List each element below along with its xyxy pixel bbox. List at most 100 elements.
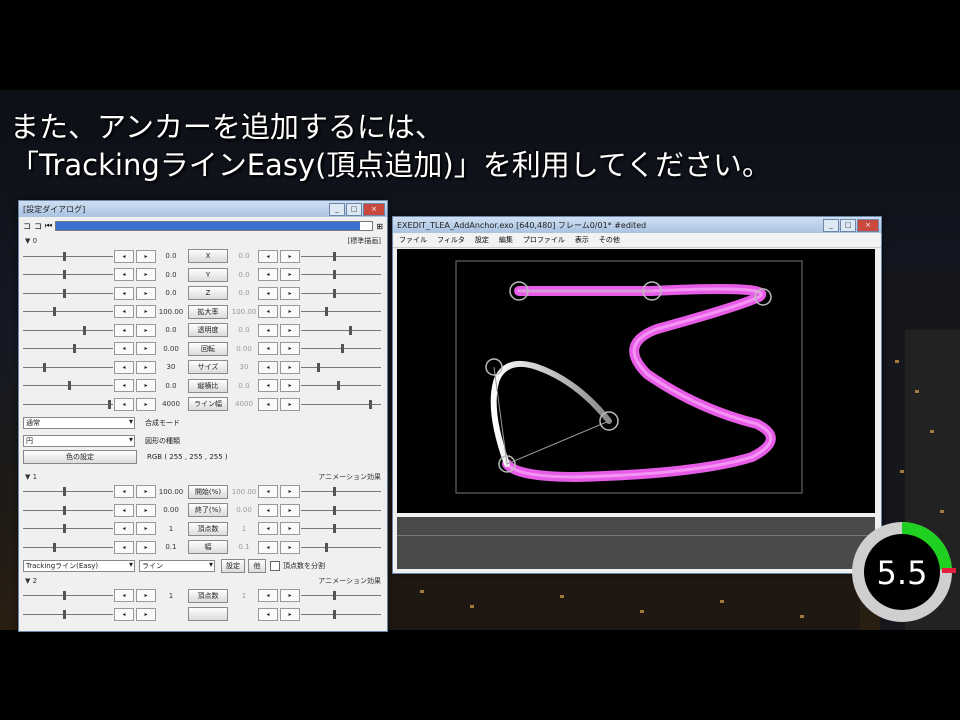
slider-thumb[interactable] xyxy=(108,399,111,409)
spin-down-button[interactable]: ◂ xyxy=(114,503,134,517)
param-button[interactable] xyxy=(188,607,228,622)
spin-up-button[interactable]: ▸ xyxy=(136,360,156,374)
param-value-end[interactable]: 0.1 xyxy=(231,543,257,551)
slider-thumb[interactable] xyxy=(317,362,320,372)
param-button[interactable]: 回転 xyxy=(188,341,228,356)
spin-down-button[interactable]: ◂ xyxy=(258,503,278,517)
spin-down-button[interactable]: ◂ xyxy=(114,360,134,374)
param-slider-right[interactable] xyxy=(301,399,381,409)
blend-mode-select[interactable]: 通常 xyxy=(23,417,135,429)
slider-thumb[interactable] xyxy=(341,344,344,354)
maximize-button[interactable]: □ xyxy=(346,202,362,216)
minimize-button[interactable]: _ xyxy=(329,202,345,216)
param-value[interactable]: 1 xyxy=(157,592,185,600)
spin-up-button[interactable]: ▸ xyxy=(280,323,300,337)
param-slider-left[interactable] xyxy=(23,542,113,552)
param-button[interactable]: 頂点数 xyxy=(188,588,228,603)
param-slider-left[interactable] xyxy=(23,399,113,409)
spin-down-button[interactable]: ◂ xyxy=(258,485,278,499)
spin-down-button[interactable]: ◂ xyxy=(114,397,134,411)
param-button[interactable]: 縦横比 xyxy=(188,378,228,393)
param-slider-left[interactable] xyxy=(23,362,113,372)
menu-item[interactable]: 設定 xyxy=(475,235,489,245)
close-button[interactable]: × xyxy=(363,202,385,216)
slider-thumb[interactable] xyxy=(63,505,66,515)
slider-thumb[interactable] xyxy=(325,542,328,552)
spin-up-button[interactable]: ▸ xyxy=(136,305,156,319)
spin-down-button[interactable]: ◂ xyxy=(258,540,278,554)
param-value[interactable]: 0.0 xyxy=(157,252,185,260)
menu-item[interactable]: 編集 xyxy=(499,235,513,245)
param-value-end[interactable]: 0.0 xyxy=(231,382,257,390)
pin-icon[interactable]: ⊞ xyxy=(376,222,383,231)
param-button[interactable]: 頂点数 xyxy=(188,521,228,536)
spin-down-button[interactable]: ◂ xyxy=(258,589,278,603)
param-value[interactable]: 1 xyxy=(157,525,185,533)
slider-thumb[interactable] xyxy=(333,270,336,280)
preview-minimize-button[interactable]: _ xyxy=(823,218,839,232)
param-slider-right[interactable] xyxy=(301,542,381,552)
menu-item[interactable]: ファイル xyxy=(399,235,427,245)
param-slider-right[interactable] xyxy=(301,591,381,601)
frame-start-icon[interactable]: ⏮ xyxy=(45,221,52,231)
spin-up-button[interactable]: ▸ xyxy=(136,323,156,337)
param-slider-left[interactable] xyxy=(23,591,113,601)
spin-down-button[interactable]: ◂ xyxy=(258,397,278,411)
spin-up-button[interactable]: ▸ xyxy=(136,249,156,263)
param-value-end[interactable]: 0.0 xyxy=(231,326,257,334)
spin-down-button[interactable]: ◂ xyxy=(258,286,278,300)
settings-titlebar[interactable]: [設定ダイアログ] _ □ × xyxy=(19,201,387,217)
spin-down-button[interactable]: ◂ xyxy=(258,360,278,374)
toolbar-button-1[interactable]: コ xyxy=(23,221,31,232)
param-slider-right[interactable] xyxy=(301,344,381,354)
param-slider-right[interactable] xyxy=(301,505,381,515)
param-slider-left[interactable] xyxy=(23,270,113,280)
spin-down-button[interactable]: ◂ xyxy=(114,286,134,300)
spin-down-button[interactable]: ◂ xyxy=(114,342,134,356)
param-value-end[interactable]: 0.0 xyxy=(231,289,257,297)
spin-down-button[interactable]: ◂ xyxy=(258,342,278,356)
slider-thumb[interactable] xyxy=(43,362,46,372)
param-slider-right[interactable] xyxy=(301,270,381,280)
spin-up-button[interactable]: ▸ xyxy=(136,607,156,621)
spin-down-button[interactable]: ◂ xyxy=(258,268,278,282)
spin-up-button[interactable]: ▸ xyxy=(280,397,300,411)
slider-thumb[interactable] xyxy=(63,251,66,261)
section-header-0[interactable]: ▼ 0 [標準描画] xyxy=(19,235,387,247)
param-value[interactable]: 0.0 xyxy=(157,382,185,390)
param-slider-left[interactable] xyxy=(23,288,113,298)
param-value[interactable]: 30 xyxy=(157,363,185,371)
section-header-1[interactable]: ▼ 1 アニメーション効果 xyxy=(19,471,387,483)
spin-up-button[interactable]: ▸ xyxy=(136,503,156,517)
preview-canvas[interactable] xyxy=(397,249,875,513)
param-slider-left[interactable] xyxy=(23,505,113,515)
spin-up-button[interactable]: ▸ xyxy=(280,286,300,300)
spin-up-button[interactable]: ▸ xyxy=(280,607,300,621)
line-select[interactable]: ライン xyxy=(139,559,215,572)
slider-thumb[interactable] xyxy=(333,487,336,497)
param-button[interactable]: 開始(%) xyxy=(188,484,228,499)
effect-settings-button[interactable]: 設定 xyxy=(221,558,245,573)
spin-up-button[interactable]: ▸ xyxy=(280,503,300,517)
slider-thumb[interactable] xyxy=(333,609,336,619)
param-button[interactable]: X xyxy=(188,249,228,264)
param-value-end[interactable]: 1 xyxy=(231,592,257,600)
param-slider-right[interactable] xyxy=(301,251,381,261)
param-value[interactable]: 0.1 xyxy=(157,543,185,551)
spin-up-button[interactable]: ▸ xyxy=(280,249,300,263)
param-slider-left[interactable] xyxy=(23,325,113,335)
spin-down-button[interactable]: ◂ xyxy=(114,323,134,337)
spin-down-button[interactable]: ◂ xyxy=(114,540,134,554)
slider-thumb[interactable] xyxy=(333,524,336,534)
slider-thumb[interactable] xyxy=(63,609,66,619)
param-slider-right[interactable] xyxy=(301,362,381,372)
menu-item[interactable]: その他 xyxy=(599,235,620,245)
slider-thumb[interactable] xyxy=(63,524,66,534)
slider-thumb[interactable] xyxy=(325,307,328,317)
param-button[interactable]: ライン幅 xyxy=(188,397,228,412)
param-button[interactable]: 幅 xyxy=(188,540,228,555)
param-button[interactable]: 透明度 xyxy=(188,323,228,338)
param-value-end[interactable]: 100.00 xyxy=(231,308,257,316)
param-slider-right[interactable] xyxy=(301,307,381,317)
spin-down-button[interactable]: ◂ xyxy=(114,268,134,282)
